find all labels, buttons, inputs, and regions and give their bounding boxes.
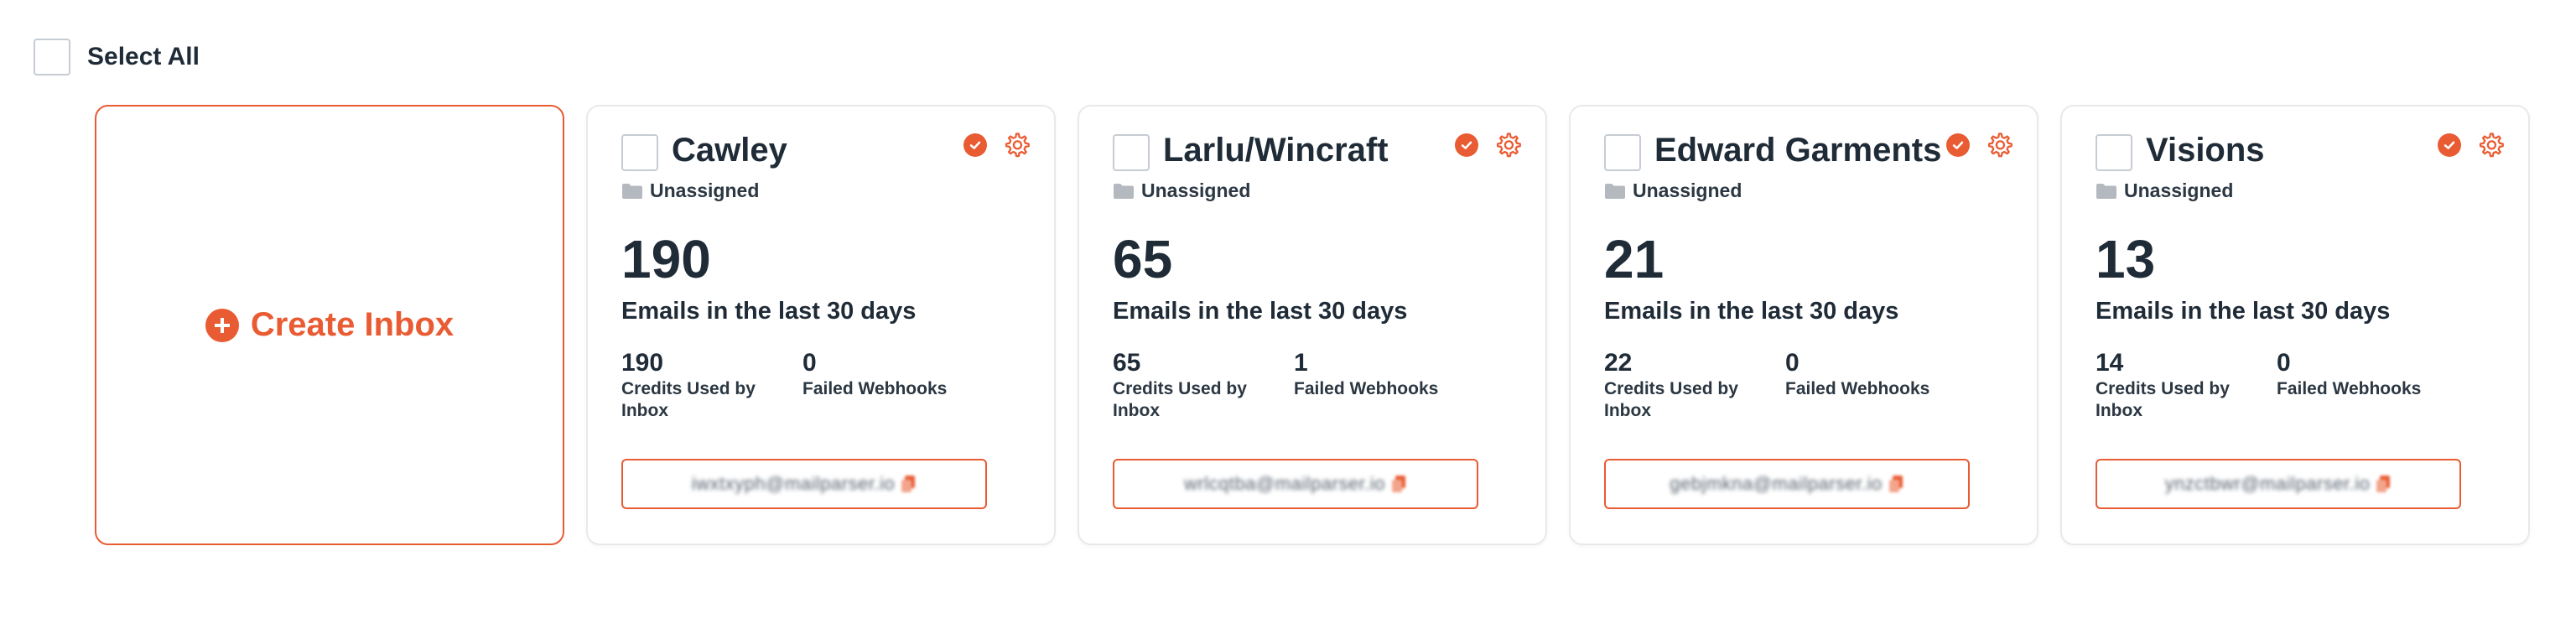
email-address-text: wrlcqtba@mailparser.io (1184, 473, 1385, 494)
copy-icon[interactable] (1888, 475, 1904, 493)
select-all-checkbox[interactable] (34, 39, 70, 75)
inbox-email-address[interactable]: gebjmkna@mailparser.io (1604, 459, 1970, 509)
inbox-title[interactable]: Edward Garments (1654, 132, 1941, 169)
folder-icon (1605, 183, 1625, 199)
inbox-grid: Create Inbox Cawley Unassigned 190 Email… (95, 105, 2530, 545)
emails-caption: Emails in the last 30 days (621, 298, 917, 325)
failed-webhooks-stat: 0 Failed Webhooks (802, 348, 970, 400)
copy-icon[interactable] (900, 475, 917, 493)
check-circle-icon (2438, 133, 2461, 157)
emails-count: 65 (1113, 229, 1173, 289)
inbox-email-address[interactable]: ynzctbwr@mailparser.io (2096, 459, 2461, 509)
check-circle-icon (963, 133, 987, 157)
folder-assignment: Unassigned (621, 179, 759, 202)
folder-icon (1114, 183, 1134, 199)
emails-caption: Emails in the last 30 days (1604, 298, 1899, 325)
inbox-email-address[interactable]: iwxtxyph@mailparser.io (621, 459, 987, 509)
folder-icon (622, 183, 642, 199)
select-all[interactable]: Select All (34, 39, 200, 75)
check-circle-icon (1455, 133, 1478, 157)
failed-webhooks-value: 0 (2277, 349, 2291, 377)
inbox-email-address[interactable]: wrlcqtba@mailparser.io (1113, 459, 1478, 509)
credits-label: Credits Used by Inbox (2096, 379, 2230, 420)
select-all-label: Select All (87, 43, 200, 70)
create-inbox-button[interactable]: Create Inbox (95, 105, 564, 545)
email-address-text: gebjmkna@mailparser.io (1670, 473, 1883, 494)
inbox-title[interactable]: Larlu/Wincraft (1163, 132, 1389, 169)
inbox-checkbox[interactable] (621, 134, 658, 171)
credits-value: 190 (621, 349, 664, 377)
inbox-card[interactable]: Cawley Unassigned 190 Emails in the last… (586, 105, 1056, 545)
check-circle-icon (1946, 133, 1970, 157)
folder-label: Unassigned (2124, 179, 2234, 201)
inbox-checkbox[interactable] (1604, 134, 1641, 171)
failed-webhooks-label: Failed Webhooks (2277, 379, 2422, 398)
inbox-checkbox[interactable] (1113, 134, 1150, 171)
inbox-title[interactable]: Cawley (672, 132, 787, 169)
failed-webhooks-label: Failed Webhooks (1785, 379, 1930, 398)
plus-circle-icon (205, 308, 239, 342)
folder-assignment: Unassigned (1604, 179, 1742, 202)
copy-icon[interactable] (2375, 475, 2392, 493)
credits-value: 65 (1113, 349, 1141, 377)
inbox-card[interactable]: Larlu/Wincraft Unassigned 65 Emails in t… (1078, 105, 1547, 545)
failed-webhooks-stat: 0 Failed Webhooks (1785, 348, 1953, 400)
create-inbox-label: Create Inbox (250, 306, 454, 343)
gear-icon[interactable] (1493, 131, 1522, 159)
failed-webhooks-value: 0 (1785, 349, 1800, 377)
folder-assignment: Unassigned (1113, 179, 1250, 202)
email-address-text: ynzctbwr@mailparser.io (2164, 473, 2371, 494)
folder-icon (2096, 183, 2116, 199)
emails-count: 13 (2096, 229, 2156, 289)
folder-assignment: Unassigned (2096, 179, 2233, 202)
email-address-text: iwxtxyph@mailparser.io (691, 473, 896, 494)
credits-value: 22 (1604, 349, 1633, 377)
credits-stat: 14 Credits Used by Inbox (2096, 348, 2263, 422)
failed-webhooks-value: 1 (1294, 349, 1308, 377)
credits-stat: 65 Credits Used by Inbox (1113, 348, 1280, 422)
failed-webhooks-stat: 0 Failed Webhooks (2277, 348, 2444, 400)
copy-icon[interactable] (1390, 475, 1407, 493)
emails-caption: Emails in the last 30 days (1113, 298, 1408, 325)
emails-count: 190 (621, 229, 711, 289)
credits-label: Credits Used by Inbox (621, 379, 756, 420)
emails-count: 21 (1604, 229, 1665, 289)
inbox-card[interactable]: Edward Garments Unassigned 21 Emails in … (1569, 105, 2038, 545)
emails-caption: Emails in the last 30 days (2096, 298, 2391, 325)
failed-webhooks-value: 0 (802, 349, 817, 377)
failed-webhooks-label: Failed Webhooks (1294, 379, 1439, 398)
inbox-card[interactable]: Visions Unassigned 13 Emails in the last… (2060, 105, 2530, 545)
credits-label: Credits Used by Inbox (1113, 379, 1247, 420)
gear-icon[interactable] (2476, 131, 2505, 159)
inbox-title[interactable]: Visions (2146, 132, 2265, 169)
folder-label: Unassigned (1141, 179, 1251, 201)
failed-webhooks-stat: 1 Failed Webhooks (1294, 348, 1462, 400)
inbox-checkbox[interactable] (2096, 134, 2132, 171)
folder-label: Unassigned (650, 179, 760, 201)
credits-stat: 190 Credits Used by Inbox (621, 348, 789, 422)
failed-webhooks-label: Failed Webhooks (802, 379, 948, 398)
gear-icon[interactable] (1002, 131, 1031, 159)
credits-value: 14 (2096, 349, 2124, 377)
credits-label: Credits Used by Inbox (1604, 379, 1738, 420)
folder-label: Unassigned (1633, 179, 1742, 201)
credits-stat: 22 Credits Used by Inbox (1604, 348, 1772, 422)
gear-icon[interactable] (1985, 131, 2013, 159)
